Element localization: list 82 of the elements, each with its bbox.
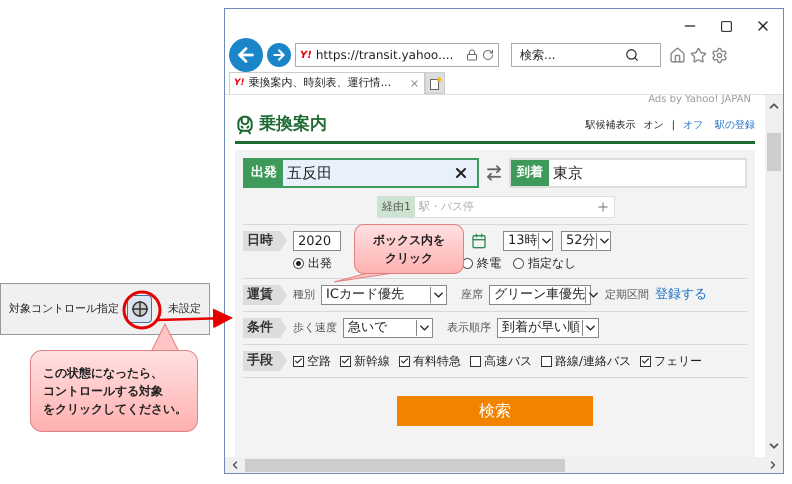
- address-bar[interactable]: Y! https://transit.yahoo....: [295, 43, 499, 67]
- back-button[interactable]: [229, 38, 263, 72]
- select-field[interactable]: 52分: [561, 231, 611, 251]
- new-page-icon: [430, 76, 440, 90]
- arrival-field[interactable]: 到着 東京: [509, 158, 747, 188]
- clear-icon[interactable]: [453, 165, 469, 181]
- dropdown-icon: [582, 320, 598, 336]
- means-option[interactable]: 空路: [293, 352, 331, 370]
- field-label: 経由1: [378, 197, 415, 217]
- site-logo: Y!: [234, 76, 245, 90]
- star-icon[interactable]: [690, 46, 707, 64]
- vertical-scrollbar[interactable]: [765, 95, 783, 457]
- pass-label: 定期区間: [605, 286, 649, 303]
- forward-arrow-icon: [271, 47, 287, 63]
- status-text: 未設定: [168, 300, 201, 317]
- site-logo: Y!: [300, 48, 312, 62]
- refresh-icon[interactable]: [482, 49, 494, 61]
- new-tab-button[interactable]: [425, 72, 445, 94]
- callout-text: ボックス内を: [373, 232, 445, 249]
- swap-icon[interactable]: [485, 164, 503, 182]
- field-label: 到着: [511, 160, 549, 186]
- search-icon[interactable]: [625, 48, 639, 62]
- search-field[interactable]: 検索...: [511, 43, 661, 67]
- home-icon[interactable]: [669, 46, 686, 64]
- via-placeholder: 駅・バス停: [418, 198, 475, 215]
- means-option[interactable]: フェリー: [640, 352, 702, 370]
- scrollbar-thumb[interactable]: [767, 133, 781, 171]
- walk-label: 歩く速度: [293, 320, 337, 336]
- dropdown-icon: [416, 320, 432, 336]
- seat-label: 座席: [461, 286, 483, 303]
- dropdown-icon: [596, 233, 612, 249]
- page-title: 乗換案内: [259, 113, 327, 136]
- type-label: 種別: [293, 286, 315, 303]
- field-label: 出発: [245, 160, 283, 186]
- via-field[interactable]: 経由1 駅・バス停: [377, 196, 615, 218]
- suggest-label: 駅候補表示: [586, 118, 636, 132]
- means-option[interactable]: 路線/連絡バス: [541, 352, 632, 370]
- target-button[interactable]: [127, 295, 152, 323]
- date-field[interactable]: 2020: [293, 231, 341, 251]
- panel-label: 対象コントロール指定: [9, 300, 119, 317]
- maximize-icon[interactable]: [720, 20, 733, 32]
- means-option[interactable]: 有料特急: [399, 352, 461, 370]
- select-field[interactable]: 13時: [503, 231, 553, 251]
- field-value: 東京: [552, 162, 584, 184]
- station-register-link[interactable]: 駅の登録: [715, 118, 755, 132]
- add-icon[interactable]: [596, 200, 610, 214]
- forward-button[interactable]: [267, 43, 291, 67]
- highlight-circle: [122, 290, 162, 330]
- row-label: 日時: [243, 231, 287, 251]
- lock-icon: [466, 49, 478, 61]
- suggest-option[interactable]: オン: [644, 118, 664, 132]
- callout-text: コントロールする対象: [43, 383, 164, 400]
- callout-text: をクリックしてください。: [43, 401, 188, 418]
- row-label: 運賃: [243, 285, 287, 305]
- time-option[interactable]: 出発: [293, 254, 332, 272]
- settings-icon[interactable]: [711, 46, 728, 64]
- dropdown-icon: [430, 287, 446, 303]
- register-link[interactable]: 登録する: [655, 285, 707, 305]
- dropdown-icon: [538, 233, 554, 249]
- close-tab-icon[interactable]: [409, 78, 420, 89]
- field-value: 五反田: [286, 162, 333, 184]
- scrollbar-thumb[interactable]: [245, 458, 565, 472]
- separator: |: [672, 118, 675, 132]
- browser-tab[interactable]: Y! 乗換案内、時刻表、運行情...: [229, 72, 425, 94]
- callout-text: クリック: [385, 250, 433, 267]
- row-label: 条件: [243, 318, 287, 338]
- select-field[interactable]: 急いで: [343, 318, 433, 338]
- means-option[interactable]: 高速バス: [470, 352, 532, 370]
- order-label: 表示順序: [447, 320, 491, 336]
- dropdown-icon: [585, 287, 601, 303]
- row-label: 手段: [243, 351, 287, 371]
- suggest-option[interactable]: オフ: [683, 118, 703, 132]
- callout-text: この状態になったら、: [43, 365, 164, 382]
- horizontal-scrollbar[interactable]: [225, 457, 783, 473]
- time-option[interactable]: 指定なし: [513, 254, 576, 272]
- train-icon: [235, 115, 255, 135]
- means-option[interactable]: 新幹線: [340, 352, 390, 370]
- select-field[interactable]: 到着が早い順: [497, 318, 599, 338]
- select-field[interactable]: ICカード優先: [321, 285, 447, 305]
- departure-field[interactable]: 出発 五反田: [243, 158, 479, 188]
- calendar-icon[interactable]: [471, 233, 487, 249]
- crosshair-icon: [130, 300, 148, 318]
